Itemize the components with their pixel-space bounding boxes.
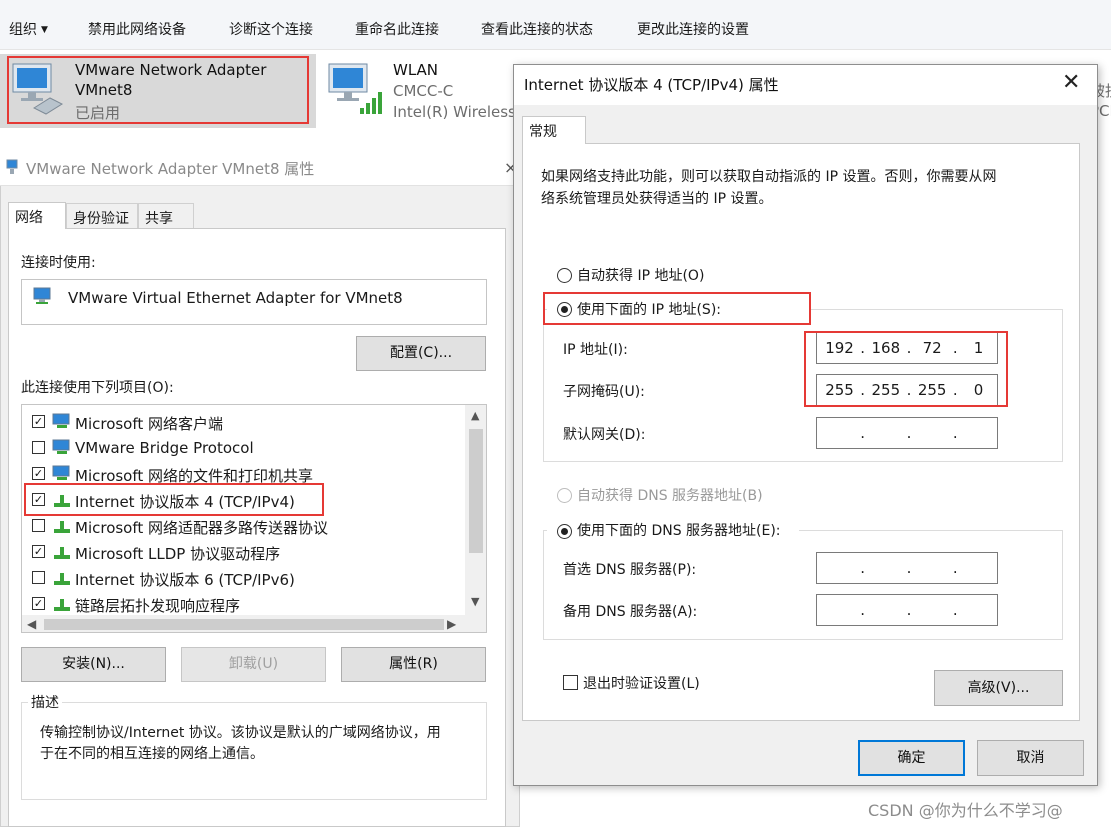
item-checkbox[interactable] [32, 441, 45, 454]
item-checkbox[interactable] [32, 519, 45, 532]
intro-text-line1: 如果网络支持此功能，则可以获取自动指派的 IP 设置。否则，你需要从网 [541, 169, 997, 185]
cancel-button[interactable]: 取消 [977, 740, 1084, 776]
auto-dns-radio[interactable] [557, 488, 572, 503]
ok-button[interactable]: 确定 [858, 740, 965, 776]
protocol-icon [54, 521, 70, 533]
connect-using-label: 连接时使用: [21, 255, 96, 271]
scroll-down-icon[interactable]: ▼ [471, 595, 479, 608]
manual-dns-label[interactable]: 使用下面的 DNS 服务器地址(E): [577, 520, 781, 540]
highlight-box [804, 331, 1008, 407]
highlight-box [543, 292, 811, 325]
auto-ip-radio[interactable] [557, 268, 572, 283]
items-label: 此连接使用下列项目(O): [21, 380, 174, 396]
organize-label: 组织 [9, 22, 37, 38]
tab-network[interactable]: 网络 [8, 202, 66, 229]
alternate-dns-label: 备用 DNS 服务器(A): [563, 604, 698, 620]
left-window-title: VMware Network Adapter VMnet8 属性 [26, 160, 315, 178]
item-label: Microsoft LLDP 协议驱动程序 [75, 545, 281, 563]
highlight-box [24, 483, 324, 516]
diagnose-button[interactable]: 诊断这个连接 [229, 19, 313, 39]
scroll-thumb-h[interactable] [44, 619, 444, 630]
protocol-list[interactable]: ✓ Microsoft 网络客户端 VMware Bridge Protocol… [21, 404, 487, 633]
client-icon [52, 413, 70, 428]
network-adapter-icon [12, 63, 64, 115]
tab-authentication[interactable]: 身份验证 [66, 203, 138, 229]
ip-address-label: IP 地址(I): [563, 342, 628, 358]
validate-label[interactable]: 退出时验证设置(L) [583, 673, 700, 693]
gateway-input[interactable]: ... [816, 417, 998, 449]
client-icon [52, 465, 70, 480]
preferred-dns-label: 首选 DNS 服务器(P): [563, 562, 697, 578]
item-checkbox[interactable] [32, 571, 45, 584]
wlan-adapter-name[interactable]: WLAN [393, 61, 438, 79]
adapter-status: 已启用 [75, 104, 121, 122]
item-checkbox[interactable]: ✓ [32, 545, 45, 558]
protocol-icon [54, 547, 70, 559]
vertical-scrollbar[interactable]: ▲ ▼ [465, 405, 486, 615]
item-checkbox[interactable]: ✓ [32, 415, 45, 428]
item-label: 链路层拓扑发现响应程序 [75, 597, 241, 615]
auto-dns-label[interactable]: 自动获得 DNS 服务器地址(B) [577, 485, 763, 505]
wlan-network-name: CMCC-C [393, 82, 454, 100]
adapter-name: VMware Network Adapter [75, 61, 267, 79]
manual-dns-radio[interactable] [557, 524, 572, 539]
advanced-button[interactable]: 高级(V)... [934, 670, 1063, 706]
item-label: Internet 协议版本 6 (TCP/IPv6) [75, 571, 295, 589]
scroll-left-icon[interactable]: ◀ [27, 617, 36, 631]
adapter-icon [33, 287, 51, 304]
wlan-device-name: Intel(R) Wireless- [393, 103, 522, 121]
command-bar: 组织 ▼ 禁用此网络设备 诊断这个连接 重命名此连接 查看此连接的状态 更改此连接… [0, 0, 1111, 50]
item-checkbox[interactable]: ✓ [32, 597, 45, 610]
description-text-line2: 于在不同的相互连接的网络上通信。 [40, 746, 264, 762]
description-text-line1: 传输控制协议/Internet 协议。该协议是默认的广域网络协议，用 [40, 725, 441, 741]
view-status-button[interactable]: 查看此连接的状态 [481, 19, 593, 39]
subnet-mask-label: 子网掩码(U): [563, 384, 645, 400]
protocol-icon [54, 573, 70, 585]
adapter-name-line2: VMnet8 [75, 81, 133, 99]
install-button[interactable]: 安装(N)... [21, 647, 166, 682]
rename-button[interactable]: 重命名此连接 [355, 19, 439, 39]
horizontal-scrollbar[interactable]: ◀ ▶ [22, 615, 486, 632]
network-small-icon [6, 159, 18, 174]
scroll-up-icon[interactable]: ▲ [471, 409, 479, 422]
adapter-name-text: VMware Virtual Ethernet Adapter for VMne… [68, 289, 403, 307]
description-label: 描述 [28, 692, 62, 712]
scroll-thumb[interactable] [469, 429, 483, 553]
configure-button[interactable]: 配置(C)... [356, 336, 486, 371]
organize-menu[interactable]: 组织 ▼ [9, 19, 48, 39]
scroll-right-icon[interactable]: ▶ [447, 617, 456, 631]
client-icon [52, 439, 70, 454]
tab-sharing[interactable]: 共享 [138, 203, 194, 229]
intro-text-line2: 络系统管理员处获得适当的 IP 设置。 [541, 191, 773, 207]
disable-device-button[interactable]: 禁用此网络设备 [88, 19, 186, 39]
chevron-down-icon: ▼ [41, 25, 48, 35]
change-settings-button[interactable]: 更改此连接的设置 [637, 19, 749, 39]
item-checkbox[interactable]: ✓ [32, 467, 45, 480]
right-window-title: Internet 协议版本 4 (TCP/IPv4) 属性 [524, 76, 779, 94]
watermark-text: CSDN @你为什么不学习@ [868, 801, 1063, 820]
gateway-label: 默认网关(D): [563, 427, 646, 443]
wifi-adapter-icon [328, 63, 382, 114]
close-icon[interactable]: ✕ [1062, 70, 1080, 95]
protocol-icon [54, 599, 70, 611]
preferred-dns-input[interactable]: ... [816, 552, 998, 584]
tab-general[interactable]: 常规 [522, 116, 586, 144]
validate-checkbox[interactable] [563, 675, 578, 690]
auto-ip-label[interactable]: 自动获得 IP 地址(O) [577, 265, 704, 285]
alternate-dns-input[interactable]: ... [816, 594, 998, 626]
item-label: VMware Bridge Protocol [75, 439, 254, 457]
properties-button[interactable]: 属性(R) [341, 647, 486, 682]
item-label: Microsoft 网络适配器多路传送器协议 [75, 519, 329, 537]
item-label: Microsoft 网络客户端 [75, 415, 224, 433]
uninstall-button[interactable]: 卸载(U) [181, 647, 326, 682]
